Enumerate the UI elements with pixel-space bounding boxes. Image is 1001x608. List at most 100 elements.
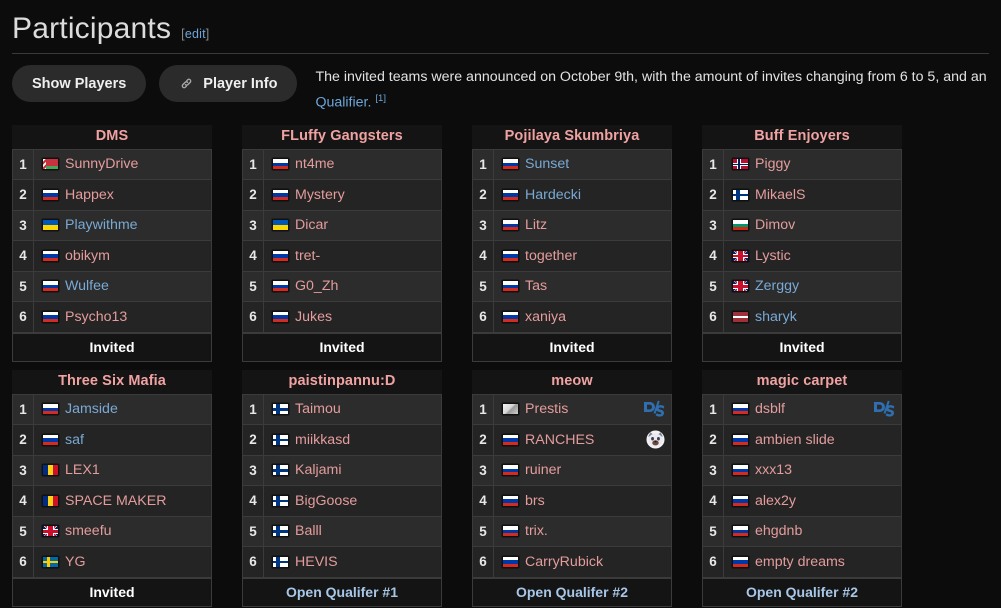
- player-name-link[interactable]: Psycho13: [65, 309, 127, 325]
- player-name-link[interactable]: YG: [65, 554, 86, 570]
- qualifier-link[interactable]: Qualifier.: [315, 95, 371, 111]
- player-name-link[interactable]: saf: [65, 432, 84, 448]
- player-name-link[interactable]: dsblf: [755, 401, 785, 417]
- player-name-link[interactable]: Jamside: [65, 401, 118, 417]
- player-name-link[interactable]: Sunset: [525, 156, 569, 172]
- flag-icon-xx: [502, 403, 519, 416]
- player-name-link[interactable]: ruiner: [525, 462, 561, 478]
- player-number: 2: [13, 425, 34, 455]
- player-info-button[interactable]: Player Info: [159, 65, 298, 102]
- player-name-link[interactable]: Happex: [65, 187, 114, 203]
- player-row: 2 Hardecki: [473, 180, 671, 211]
- flag-icon-ru: [502, 280, 519, 293]
- player-name-link[interactable]: obikym: [65, 248, 110, 264]
- player-name-link[interactable]: sharyk: [755, 309, 797, 325]
- team-name[interactable]: meow: [472, 369, 672, 394]
- player-cell: Psycho13: [34, 309, 211, 325]
- player-name-link[interactable]: xaniya: [525, 309, 566, 325]
- player-cell: xxx13: [724, 462, 901, 478]
- player-name-link[interactable]: Lystic: [755, 248, 791, 264]
- player-name-link[interactable]: Playwithme: [65, 217, 138, 233]
- edit-link[interactable]: edit: [185, 27, 206, 41]
- team-name[interactable]: FLuffy Gangsters: [242, 124, 442, 149]
- team-logo-icon[interactable]: [873, 399, 895, 419]
- player-name-link[interactable]: G0_Zh: [295, 278, 338, 294]
- reference-marker[interactable]: [1]: [375, 93, 386, 104]
- player-name-link[interactable]: Mystery: [295, 187, 345, 203]
- qualification-link[interactable]: Open Qualifer #2: [516, 584, 628, 600]
- player-name-link[interactable]: brs: [525, 493, 545, 509]
- team-logo-icon[interactable]: [643, 399, 665, 419]
- player-name-link[interactable]: smeefu: [65, 523, 112, 539]
- player-name-link[interactable]: Dicar: [295, 217, 328, 233]
- player-name-link[interactable]: Taimou: [295, 401, 341, 417]
- flag-icon-ru: [42, 249, 59, 262]
- qualification-link[interactable]: Open Qualifer #1: [286, 584, 398, 600]
- player-name-link[interactable]: HEVIS: [295, 554, 338, 570]
- flag-icon-ru: [732, 433, 749, 446]
- player-cell: nt4me: [264, 156, 441, 172]
- player-number: 3: [473, 210, 494, 241]
- qualification-cell[interactable]: Open Qualifer #2: [472, 577, 672, 607]
- player-name-link[interactable]: Dimov: [755, 217, 795, 233]
- player-row: 4 alex2y: [703, 486, 901, 517]
- player-row: 5 G0_Zh: [243, 271, 441, 303]
- player-name-link[interactable]: BigGoose: [295, 493, 357, 509]
- player-name-link[interactable]: CarryRubick: [525, 554, 603, 570]
- player-name-link[interactable]: Wulfee: [65, 278, 109, 294]
- player-name-link[interactable]: LEX1: [65, 462, 100, 478]
- player-name-link[interactable]: Jukes: [295, 309, 332, 325]
- team-roster: 1 dsblf 2 ambien slide 3 xxx13 4 alex2y 5 ehgdnb 6…: [702, 393, 902, 578]
- qualification-link[interactable]: Open Qualifer #2: [746, 584, 858, 600]
- player-name-link[interactable]: Tas: [525, 278, 547, 294]
- edit-section-link[interactable]: [edit]: [181, 27, 209, 41]
- player-name-link[interactable]: Hardecki: [525, 187, 581, 203]
- team-name[interactable]: paistinpannu:D: [242, 369, 442, 394]
- player-number: 4: [473, 241, 494, 271]
- player-row: 6 HEVIS: [243, 547, 441, 578]
- player-name-link[interactable]: nt4me: [295, 156, 334, 172]
- show-players-button[interactable]: Show Players: [12, 65, 147, 102]
- player-name-link[interactable]: Prestis: [525, 401, 568, 417]
- player-name-link[interactable]: Zerggy: [755, 278, 799, 294]
- player-name-link[interactable]: xxx13: [755, 462, 792, 478]
- player-cell: Zerggy: [724, 278, 901, 294]
- player-name-link[interactable]: SunnyDrive: [65, 156, 138, 172]
- player-name-link[interactable]: Piggy: [755, 156, 791, 172]
- qualification-cell[interactable]: Open Qualifer #1: [242, 577, 442, 607]
- player-name-link[interactable]: Litz: [525, 217, 547, 233]
- player-name-link[interactable]: together: [525, 248, 577, 264]
- player-name-link[interactable]: SPACE MAKER: [65, 493, 166, 509]
- avatar-icon[interactable]: [646, 430, 665, 450]
- team-name[interactable]: Three Six Mafia: [12, 369, 212, 394]
- player-number: 2: [13, 180, 34, 210]
- player-name-link[interactable]: ambien slide: [755, 432, 835, 448]
- player-row: 3 Dimov: [703, 210, 901, 242]
- team-name[interactable]: Buff Enjoyers: [702, 124, 902, 149]
- qualification-cell[interactable]: Open Qualifer #2: [702, 577, 902, 607]
- player-number: 5: [13, 516, 34, 547]
- player-name-link[interactable]: tret-: [295, 248, 320, 264]
- player-name-link[interactable]: alex2y: [755, 493, 796, 509]
- team-name[interactable]: magic carpet: [702, 369, 902, 394]
- player-cell: Taimou: [264, 401, 441, 417]
- player-number: 3: [243, 210, 264, 241]
- player-name-link[interactable]: RANCHES: [525, 432, 594, 448]
- player-name-link[interactable]: ehgdnb: [755, 523, 802, 539]
- flag-icon-ru: [42, 403, 59, 416]
- team-name[interactable]: DMS: [12, 124, 212, 149]
- player-name-link[interactable]: MikaelS: [755, 187, 805, 203]
- team-roster: 1 Jamside 2 saf 3 LEX1 4 SPACE MAKER 5 smeefu 6 YG: [12, 393, 212, 578]
- player-name-link[interactable]: Balll: [295, 523, 322, 539]
- qualification-cell: Invited: [702, 332, 902, 362]
- flag-icon-gb: [732, 280, 749, 293]
- qualification-label: Invited: [779, 338, 825, 355]
- player-name-link[interactable]: trix.: [525, 523, 548, 539]
- player-cell: smeefu: [34, 523, 211, 539]
- flag-icon-fi: [732, 188, 749, 201]
- player-name-link[interactable]: Kaljami: [295, 462, 342, 478]
- team-name[interactable]: Pojilaya Skumbriya: [472, 124, 672, 149]
- player-name-link[interactable]: miikkasd: [295, 432, 350, 448]
- player-name-link[interactable]: empty dreams: [755, 554, 845, 570]
- player-number: 2: [243, 425, 264, 455]
